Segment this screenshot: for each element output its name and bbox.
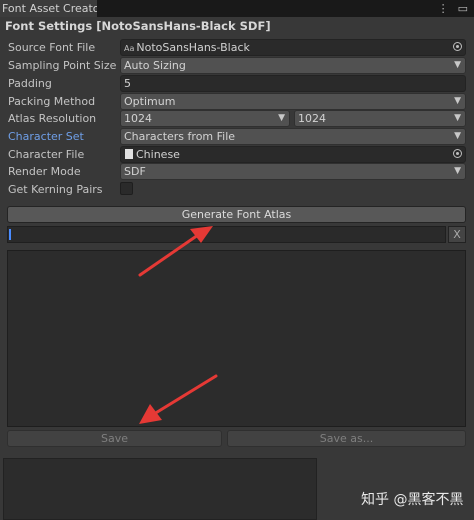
- kebab-menu-icon[interactable]: ⋮: [438, 0, 449, 17]
- row-source-font-file: Source Font File Aa NotoSansHans-Black: [8, 39, 466, 56]
- chevron-down-icon: ▼: [454, 166, 461, 176]
- source-font-file-field[interactable]: Aa NotoSansHans-Black: [120, 39, 466, 56]
- character-set-label: Character Set: [8, 130, 84, 143]
- window-menu-icons: ⋮ ▭: [438, 0, 468, 17]
- tab-font-asset-creator[interactable]: Font Asset Creator: [0, 0, 97, 17]
- atlas-height-dropdown[interactable]: 1024 ▼: [294, 110, 466, 127]
- watermark-text: 知乎 @黑客不黑: [361, 492, 464, 508]
- chevron-down-icon: ▼: [454, 96, 461, 106]
- chevron-down-icon: ▼: [454, 131, 461, 141]
- atlas-width-value: 1024: [124, 112, 152, 125]
- generation-progress-bar: [7, 226, 446, 243]
- clear-button[interactable]: X: [448, 226, 466, 243]
- packing-method-dropdown[interactable]: Optimum ▼: [120, 93, 466, 110]
- render-mode-label: Render Mode: [8, 165, 81, 178]
- row-atlas-resolution: Atlas Resolution 1024 ▼ 1024 ▼: [8, 110, 466, 127]
- section-title: Font Settings [NotoSansHans-Black SDF]: [5, 19, 271, 33]
- row-character-file: Character File Chinese: [8, 146, 466, 163]
- output-info-box: [3, 458, 317, 520]
- font-atlas-preview-area: [7, 250, 466, 427]
- save-button[interactable]: Save: [7, 430, 222, 447]
- object-picker-icon[interactable]: [453, 42, 462, 51]
- sampling-point-size-dropdown[interactable]: Auto Sizing ▼: [120, 57, 466, 74]
- atlas-resolution-label: Atlas Resolution: [8, 112, 97, 125]
- character-file-field[interactable]: Chinese: [120, 146, 466, 163]
- row-sampling-point-size: Sampling Point Size Auto Sizing ▼: [8, 57, 466, 74]
- maximize-icon[interactable]: ▭: [458, 0, 468, 17]
- save-as-button[interactable]: Save as...: [227, 430, 466, 447]
- text-file-icon: [125, 149, 133, 159]
- padding-label: Padding: [8, 77, 52, 90]
- row-character-set: Character Set Characters from File ▼: [8, 128, 466, 145]
- font-asset-icon: Aa: [124, 44, 135, 53]
- object-picker-icon[interactable]: [453, 149, 462, 158]
- text-caret: [9, 229, 11, 240]
- row-render-mode: Render Mode SDF ▼: [8, 163, 466, 180]
- padding-input[interactable]: 5: [120, 75, 466, 92]
- row-packing-method: Packing Method Optimum ▼: [8, 93, 466, 110]
- character-file-value: Chinese: [136, 148, 180, 161]
- packing-method-value: Optimum: [124, 95, 176, 108]
- chevron-down-icon: ▼: [454, 60, 461, 70]
- character-set-dropdown[interactable]: Characters from File ▼: [120, 128, 466, 145]
- get-kerning-pairs-label: Get Kerning Pairs: [8, 183, 103, 196]
- atlas-width-dropdown[interactable]: 1024 ▼: [120, 110, 290, 127]
- packing-method-label: Packing Method: [8, 95, 96, 108]
- source-font-file-label: Source Font File: [8, 41, 96, 54]
- chevron-down-icon: ▼: [278, 113, 285, 123]
- tab-bar: Font Asset Creator ⋮ ▭: [0, 0, 474, 17]
- source-font-file-value: NotoSansHans-Black: [136, 41, 250, 54]
- row-get-kerning-pairs: Get Kerning Pairs: [8, 181, 466, 198]
- sampling-point-size-value: Auto Sizing: [124, 59, 186, 72]
- row-padding: Padding 5: [8, 75, 466, 92]
- generate-font-atlas-button[interactable]: Generate Font Atlas: [7, 206, 466, 223]
- atlas-height-value: 1024: [298, 112, 326, 125]
- chevron-down-icon: ▼: [454, 113, 461, 123]
- character-file-label: Character File: [8, 148, 85, 161]
- sampling-point-size-label: Sampling Point Size: [8, 59, 117, 72]
- character-set-value: Characters from File: [124, 130, 236, 143]
- render-mode-dropdown[interactable]: SDF ▼: [120, 163, 466, 180]
- render-mode-value: SDF: [124, 165, 146, 178]
- get-kerning-pairs-checkbox[interactable]: [120, 182, 133, 195]
